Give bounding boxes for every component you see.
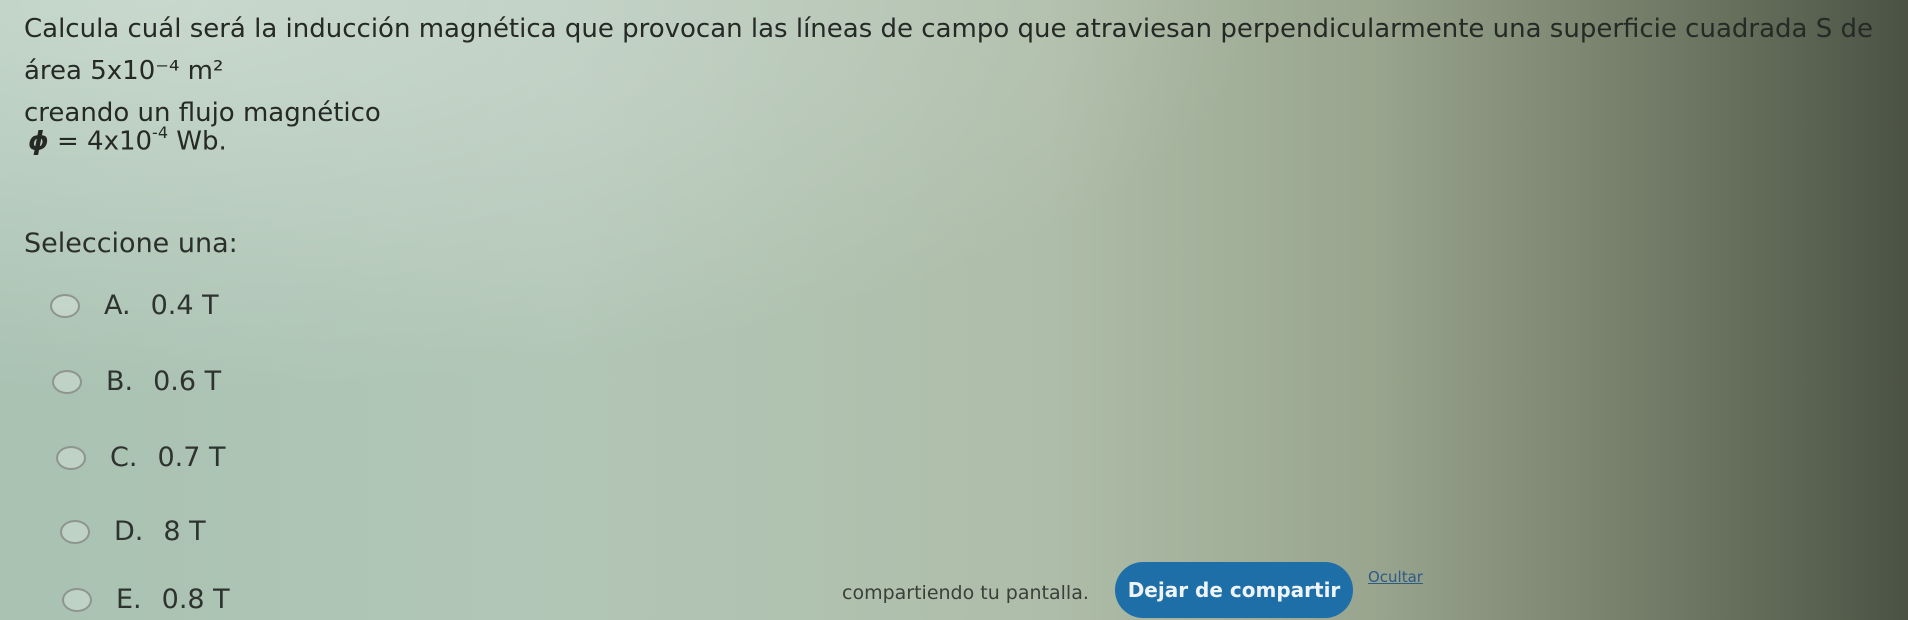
option-a[interactable]: A. 0.4 T (50, 290, 219, 321)
screen-share-bar: compartiendo tu pantalla. Dejar de compa… (0, 560, 1908, 620)
option-d[interactable]: D. 8 T (60, 516, 206, 547)
question-line-1: Calcula cuál será la inducción magnética… (24, 14, 1873, 86)
share-status-text: compartiendo tu pantalla. (842, 582, 1089, 604)
option-value: 8 T (163, 516, 206, 547)
hide-link[interactable]: Ocultar (1368, 568, 1423, 586)
option-b[interactable]: B. 0.6 T (52, 366, 221, 397)
option-value: 0.7 T (157, 442, 226, 473)
question-line-2: creando un flujo magnético (24, 98, 381, 128)
radio-option-d[interactable] (60, 519, 90, 544)
radio-option-b[interactable] (52, 369, 82, 394)
option-letter: A. (104, 290, 131, 321)
formula-value: = 4x10 (48, 126, 153, 157)
option-value: 0.4 T (150, 290, 219, 321)
select-prompt: Seleccione una: (24, 228, 238, 259)
phi-symbol: ϕ (28, 126, 49, 157)
question-text: Calcula cuál será la inducción magnética… (24, 8, 1894, 134)
option-value: 0.6 T (153, 366, 222, 397)
option-letter: B. (106, 366, 134, 397)
option-letter: D. (114, 516, 144, 547)
radio-option-c[interactable] (56, 445, 86, 470)
formula-unit: Wb. (168, 126, 227, 157)
flux-formula: ϕ = 4x10-4 Wb. (28, 123, 227, 157)
option-c[interactable]: C. 0.7 T (56, 442, 225, 473)
radio-option-a[interactable] (50, 293, 80, 318)
formula-exponent: -4 (152, 123, 168, 142)
stop-sharing-button[interactable]: Dejar de compartir (1115, 562, 1353, 618)
option-letter: C. (110, 442, 138, 473)
